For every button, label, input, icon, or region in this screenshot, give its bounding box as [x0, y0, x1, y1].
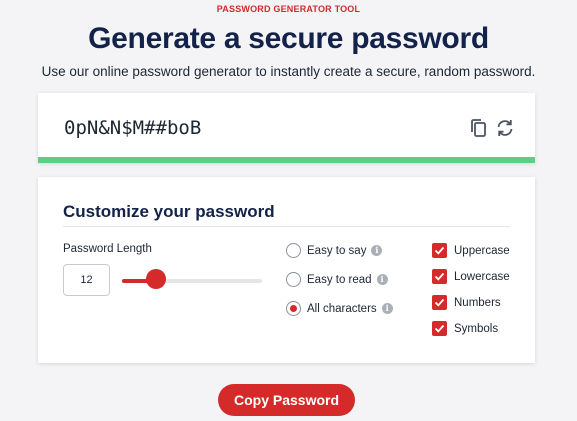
length-input[interactable]: 12 [63, 264, 110, 296]
copy-password-button[interactable]: Copy Password [218, 384, 355, 416]
checkbox-label: Uppercase [454, 244, 510, 257]
page-title: Generate a secure password [88, 22, 489, 55]
info-icon[interactable]: i [376, 274, 388, 285]
checkbox-label: Symbols [454, 322, 499, 335]
customize-card: Customize your password Password Length … [38, 177, 535, 363]
checkbox-symbols[interactable]: Symbols [432, 321, 498, 336]
checkbox-checked-icon[interactable] [432, 295, 447, 310]
radio-all-characters[interactable]: All characters i [286, 301, 393, 316]
radio-label: Easy to read [307, 273, 372, 286]
checkbox-checked-icon[interactable] [432, 243, 447, 258]
radio-label: Easy to say [307, 244, 367, 257]
strength-bar-fill [38, 157, 535, 163]
length-slider-thumb[interactable] [145, 269, 166, 289]
checkbox-label: Lowercase [454, 270, 510, 283]
radio-button[interactable] [286, 243, 301, 258]
radio-label: All characters [307, 302, 377, 315]
info-icon[interactable]: i [371, 245, 383, 256]
radio-easy-to-read[interactable]: Easy to read i [286, 272, 388, 287]
divider [63, 226, 510, 227]
radio-button[interactable] [286, 272, 301, 287]
customize-title: Customize your password [63, 202, 275, 221]
checkbox-checked-icon[interactable] [432, 269, 447, 284]
info-icon[interactable]: i [381, 303, 393, 314]
checkbox-lowercase[interactable]: Lowercase [432, 269, 510, 284]
copy-icon[interactable] [468, 117, 490, 139]
page-subtitle: Use our online password generator to ins… [41, 64, 536, 79]
radio-easy-to-say[interactable]: Easy to say i [286, 243, 383, 258]
checkbox-label: Numbers [454, 296, 501, 309]
eyebrow-label: PASSWORD GENERATOR TOOL [216, 4, 361, 14]
checkbox-numbers[interactable]: Numbers [432, 295, 501, 310]
length-label: Password Length [63, 243, 152, 255]
refresh-icon[interactable] [494, 117, 516, 139]
generated-password[interactable]: 0pN&N$M##boB [64, 117, 201, 139]
checkbox-checked-icon[interactable] [432, 321, 447, 336]
password-display-card: 0pN&N$M##boB [38, 93, 535, 163]
checkbox-uppercase[interactable]: Uppercase [432, 243, 510, 258]
length-slider-track[interactable] [122, 279, 262, 283]
radio-button[interactable] [286, 301, 301, 316]
strength-bar [38, 157, 535, 163]
